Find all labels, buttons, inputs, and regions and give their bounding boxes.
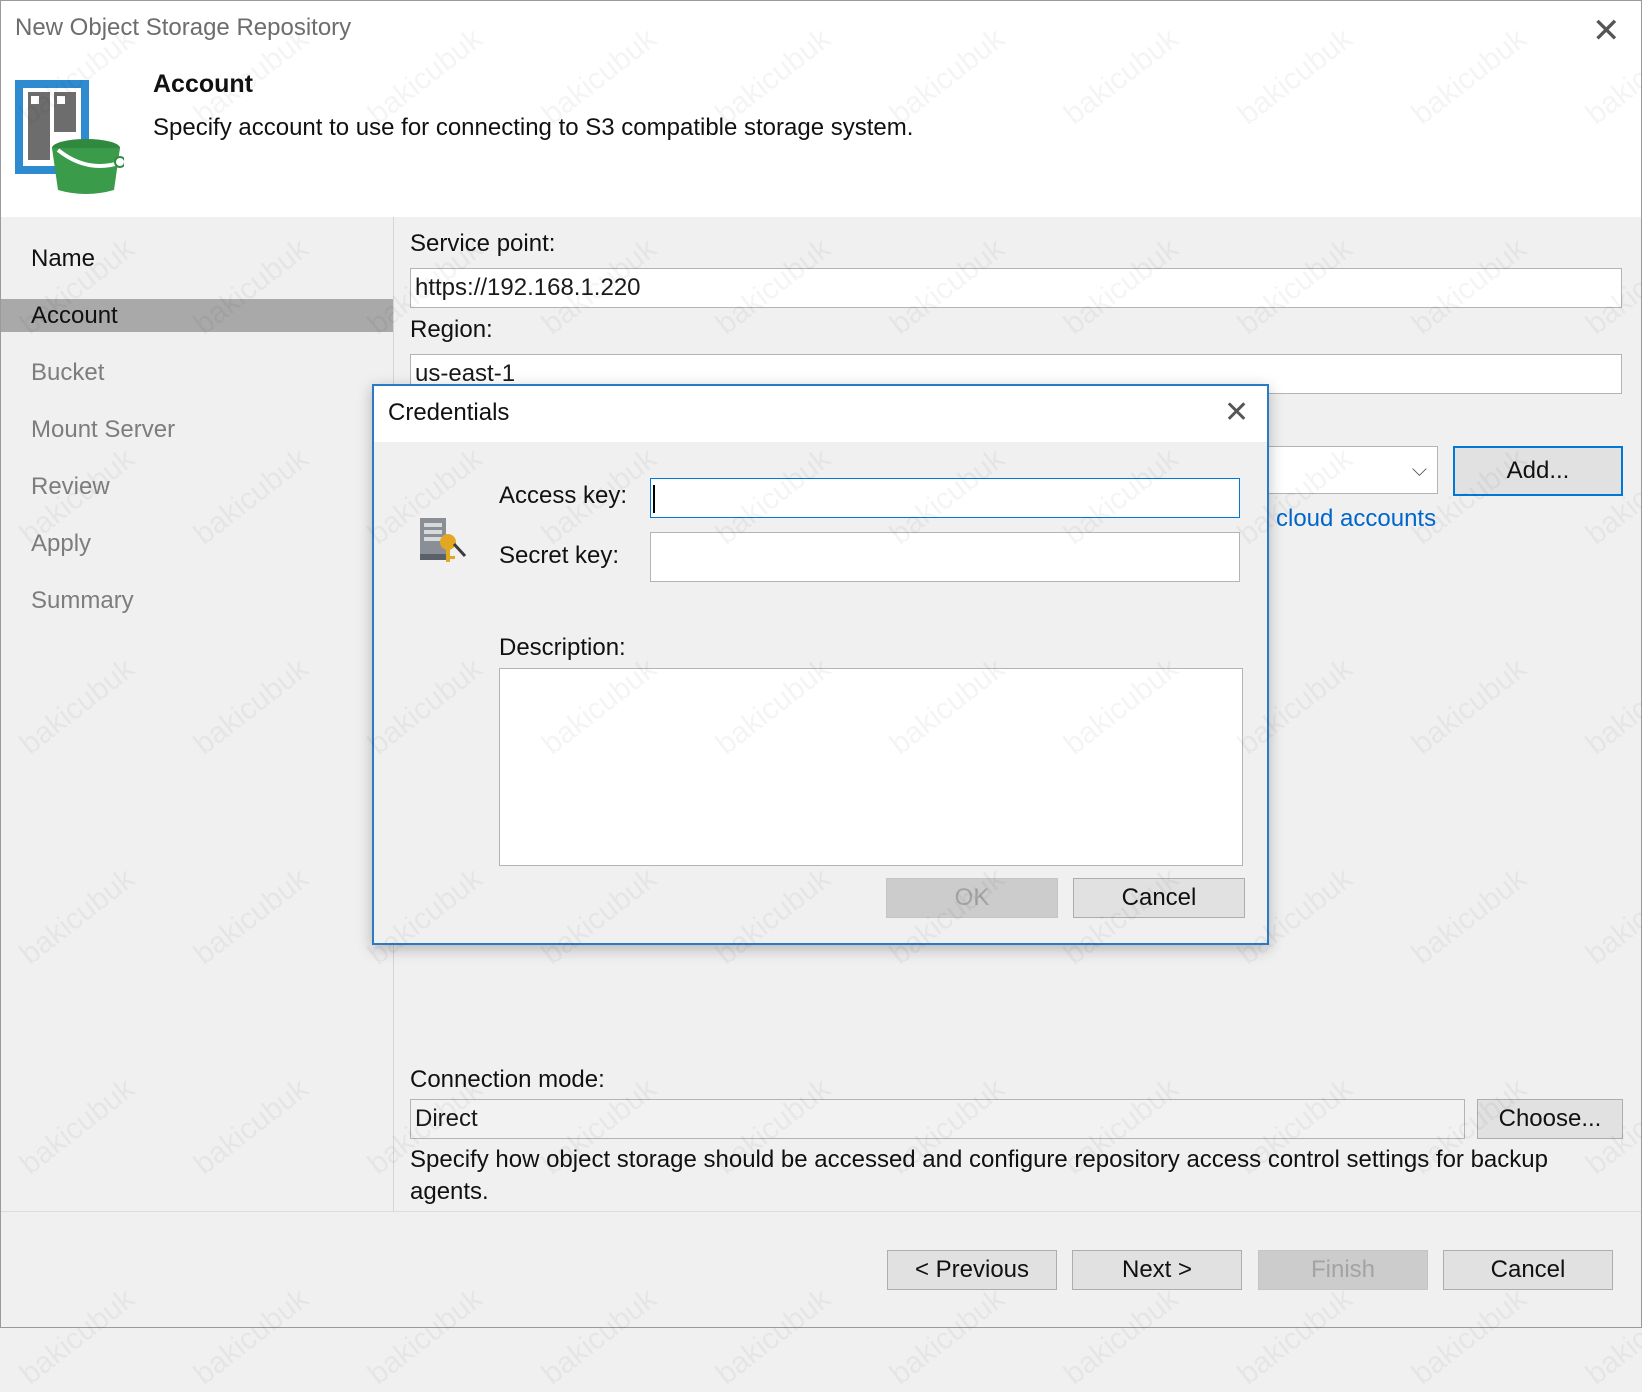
connection-mode-field: Direct (410, 1099, 1465, 1139)
ok-button: OK (886, 878, 1058, 918)
page-title: Account (153, 70, 253, 98)
nav-step-bucket: Bucket (31, 359, 105, 386)
credentials-key-icon (418, 514, 468, 566)
connection-mode-label: Connection mode: (410, 1066, 605, 1093)
secret-key-label: Secret key: (499, 542, 620, 569)
credentials-dialog: Credentials ✕ Access key: Secret key: De… (372, 384, 1269, 945)
window-title: New Object Storage Repository (15, 14, 352, 41)
service-point-label: Service point: (410, 230, 556, 257)
next-button[interactable]: Next > (1072, 1250, 1242, 1290)
text-cursor (653, 485, 655, 513)
finish-button: Finish (1258, 1250, 1428, 1290)
page-subtitle: Specify account to use for connecting to… (153, 114, 914, 141)
nav-step-summary: Summary (31, 587, 134, 614)
cancel-button[interactable]: Cancel (1443, 1250, 1613, 1290)
access-key-input[interactable] (650, 478, 1240, 518)
region-label: Region: (410, 316, 493, 343)
choose-connection-mode-button[interactable]: Choose... (1477, 1099, 1623, 1139)
manage-cloud-accounts-link[interactable]: cloud accounts (1276, 505, 1436, 533)
window-close-icon[interactable]: ✕ (1592, 14, 1621, 48)
description-label: Description: (499, 634, 626, 661)
secret-key-input[interactable] (650, 532, 1240, 582)
dialog-cancel-button[interactable]: Cancel (1073, 878, 1245, 918)
footer-separator (1, 1211, 1641, 1212)
dialog-close-icon[interactable]: ✕ (1224, 398, 1249, 428)
nav-step-mount-server: Mount Server (31, 416, 176, 443)
nav-step-apply: Apply (31, 530, 92, 557)
nav-step-account[interactable]: Account (1, 299, 393, 332)
access-key-label: Access key: (499, 482, 628, 509)
description-textarea[interactable] (499, 668, 1243, 866)
nav-step-review: Review (31, 473, 110, 500)
service-point-input[interactable]: https://192.168.1.220 (410, 268, 1622, 308)
connection-mode-help: Specify how object storage should be acc… (410, 1146, 1548, 1205)
chevron-down-icon: ⌵ (1411, 459, 1427, 481)
object-storage-bucket-icon (14, 78, 126, 194)
wizard-steps-nav: Name Account Bucket Mount Server Review … (1, 217, 393, 1211)
dialog-title: Credentials (388, 399, 510, 426)
nav-step-name[interactable]: Name (1, 242, 393, 275)
previous-button[interactable]: < Previous (887, 1250, 1057, 1290)
add-credentials-button[interactable]: Add... (1453, 446, 1623, 496)
